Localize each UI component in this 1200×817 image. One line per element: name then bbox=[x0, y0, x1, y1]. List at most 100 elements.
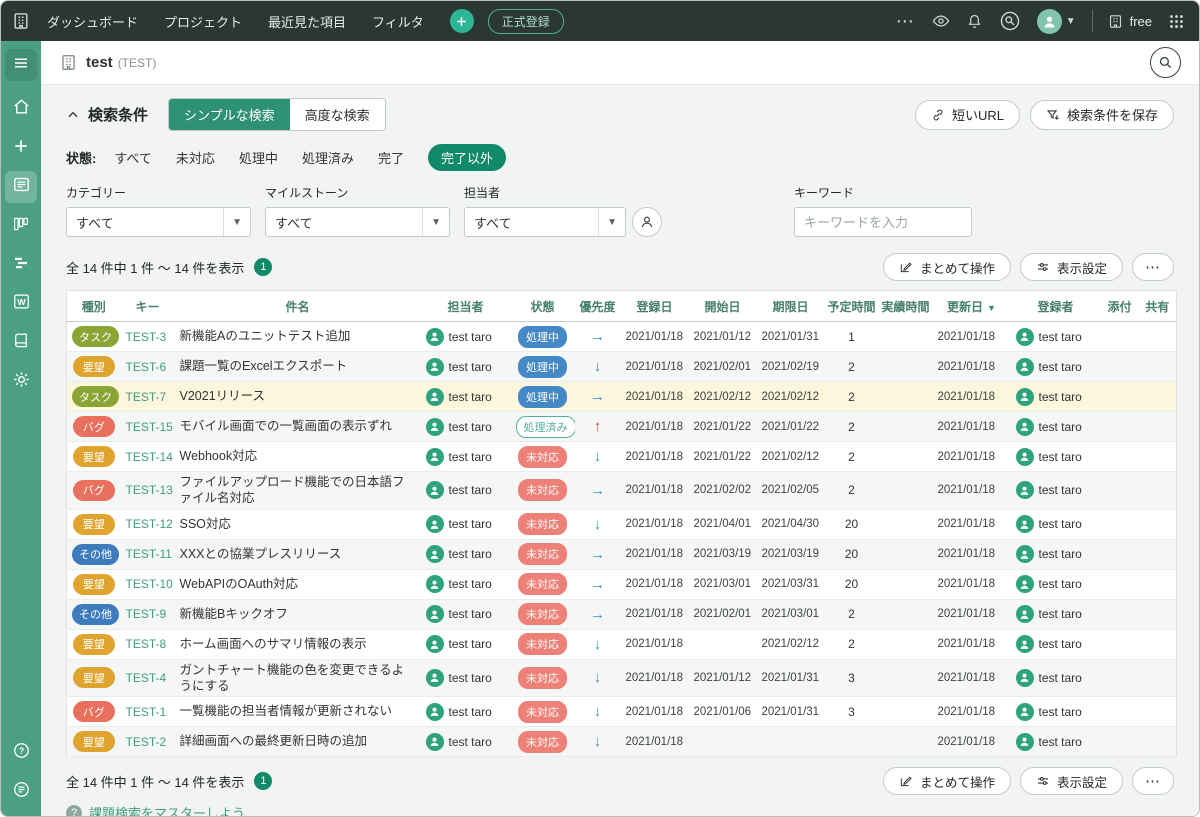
bulk-edit-button[interactable]: まとめて操作 bbox=[882, 253, 1011, 281]
issue-key-link[interactable]: TEST-3 bbox=[126, 330, 167, 344]
issue-title[interactable]: XXXとの協業プレスリリース bbox=[174, 539, 421, 570]
sidebar-help[interactable]: ? bbox=[5, 737, 37, 769]
column-header-12[interactable]: 登録者 bbox=[1010, 290, 1101, 322]
collapse-search-conditions[interactable]: 検索条件 bbox=[66, 104, 148, 125]
issue-title[interactable]: 課題一覧のExcelエクスポート bbox=[174, 351, 421, 382]
status-option-5[interactable]: 完了以外 bbox=[427, 144, 506, 171]
topbar-menu-item-3[interactable]: フィルタ bbox=[372, 12, 424, 31]
column-header-11[interactable]: 更新日 ▼ bbox=[932, 290, 1011, 322]
issue-row-TEST-13[interactable]: バグ TEST-13 ファイルアップロード機能での日本語ファイル名対応 test… bbox=[66, 471, 1177, 510]
issue-key-link[interactable]: TEST-13 bbox=[126, 483, 173, 497]
column-header-13[interactable]: 添付 bbox=[1100, 290, 1139, 322]
column-header-10[interactable]: 実績時間 bbox=[878, 290, 933, 322]
global-add-button[interactable] bbox=[449, 9, 474, 33]
issue-title[interactable]: V2021リリース bbox=[174, 381, 421, 412]
more-actions-button[interactable]: ⋯ bbox=[1132, 767, 1174, 795]
notifications-bell-icon[interactable] bbox=[966, 13, 983, 30]
sidebar-item-wiki[interactable]: W bbox=[5, 288, 37, 320]
issue-title[interactable]: 詳細画面への最終更新日時の追加 bbox=[174, 726, 421, 757]
issue-key-link[interactable]: TEST-10 bbox=[126, 577, 173, 591]
issue-title[interactable]: モバイル画面での一覧画面の表示ずれ bbox=[174, 411, 421, 442]
column-header-4[interactable]: 状態 bbox=[510, 290, 575, 322]
issue-row-TEST-14[interactable]: 要望 TEST-14 Webhook対応 test taro 未対応 ↓ 202… bbox=[66, 441, 1177, 472]
tab-simple-search[interactable]: シンプルな検索 bbox=[169, 99, 290, 130]
apps-grid-icon[interactable] bbox=[1168, 13, 1185, 30]
sidebar-item-add[interactable] bbox=[5, 132, 37, 164]
sidebar-menu-toggle[interactable] bbox=[5, 49, 37, 81]
column-header-6[interactable]: 登録日 bbox=[620, 290, 689, 322]
watch-eye-icon[interactable] bbox=[932, 12, 950, 30]
issue-key-link[interactable]: TEST-1 bbox=[126, 705, 167, 719]
backlog-logo-icon[interactable] bbox=[11, 10, 33, 32]
sidebar-item-settings[interactable] bbox=[5, 366, 37, 398]
issue-row-TEST-6[interactable]: 要望 TEST-6 課題一覧のExcelエクスポート test taro 処理中… bbox=[66, 351, 1177, 382]
issue-row-TEST-4[interactable]: 要望 TEST-4 ガントチャート機能の色を変更できるようにする test ta… bbox=[66, 659, 1177, 697]
sidebar-item-gantt[interactable] bbox=[5, 249, 37, 281]
milestone-select[interactable]: すべて ▼ bbox=[265, 207, 450, 237]
issue-key-link[interactable]: TEST-12 bbox=[126, 517, 173, 531]
issue-title[interactable]: ホーム画面へのサマリ情報の表示 bbox=[174, 629, 421, 660]
issue-row-TEST-8[interactable]: 要望 TEST-8 ホーム画面へのサマリ情報の表示 test taro 未対応 … bbox=[66, 629, 1177, 660]
assign-to-me-button[interactable] bbox=[632, 207, 662, 237]
issue-row-TEST-3[interactable]: タスク TEST-3 新機能Aのユニットテスト追加 test taro 処理中 … bbox=[66, 321, 1177, 352]
issue-title[interactable]: SSO対応 bbox=[174, 509, 421, 540]
plan-register-badge[interactable]: 正式登録 bbox=[487, 8, 564, 34]
column-header-0[interactable]: 種別 bbox=[66, 290, 121, 322]
topbar-menu-item-1[interactable]: プロジェクト bbox=[164, 12, 242, 31]
more-actions-button[interactable]: ⋯ bbox=[1132, 253, 1174, 281]
topbar-menu-item-2[interactable]: 最近見た項目 bbox=[268, 12, 346, 31]
issue-key-link[interactable]: TEST-11 bbox=[126, 547, 172, 561]
topbar-menu-item-0[interactable]: ダッシュボード bbox=[47, 12, 138, 31]
short-url-button[interactable]: 短いURL bbox=[914, 99, 1020, 130]
issue-title[interactable]: ガントチャート機能の色を変更できるようにする bbox=[174, 659, 421, 697]
space-plan[interactable]: free bbox=[1107, 13, 1152, 30]
status-option-3[interactable]: 処理済み bbox=[302, 148, 354, 167]
display-settings-button[interactable]: 表示設定 bbox=[1019, 253, 1123, 281]
issue-title[interactable]: 一覧機能の担当者情報が更新されない bbox=[174, 696, 421, 727]
more-menu-icon[interactable]: ⋯ bbox=[896, 11, 916, 32]
issue-row-TEST-9[interactable]: その他 TEST-9 新機能Bキックオフ test taro 未対応 → 202… bbox=[66, 599, 1177, 630]
sidebar-item-board[interactable] bbox=[5, 210, 37, 242]
sidebar-item-home[interactable] bbox=[5, 93, 37, 125]
column-header-3[interactable]: 担当者 bbox=[420, 290, 511, 322]
column-header-5[interactable]: 優先度 bbox=[574, 290, 621, 322]
issue-row-TEST-12[interactable]: 要望 TEST-12 SSO対応 test taro 未対応 ↓ 2021/01… bbox=[66, 509, 1177, 540]
issue-title[interactable]: 新機能Aのユニットテスト追加 bbox=[174, 321, 421, 352]
issue-title[interactable]: WebAPIのOAuth対応 bbox=[174, 569, 421, 600]
issue-title[interactable]: Webhook対応 bbox=[174, 441, 421, 472]
issue-key-link[interactable]: TEST-14 bbox=[126, 450, 173, 464]
column-header-14[interactable]: 共有 bbox=[1138, 290, 1177, 322]
sidebar-item-issues[interactable] bbox=[5, 171, 37, 203]
issue-key-link[interactable]: TEST-2 bbox=[126, 735, 167, 749]
project-search-button[interactable] bbox=[1150, 47, 1181, 78]
issue-key-link[interactable]: TEST-9 bbox=[126, 607, 167, 621]
tab-advanced-search[interactable]: 高度な検索 bbox=[289, 99, 385, 130]
issue-key-link[interactable]: TEST-8 bbox=[126, 637, 167, 651]
issue-row-TEST-7[interactable]: タスク TEST-7 V2021リリース test taro 処理中 → 202… bbox=[66, 381, 1177, 412]
page-number-badge[interactable]: 1 bbox=[254, 772, 273, 790]
issue-title[interactable]: 新機能Bキックオフ bbox=[174, 599, 421, 630]
issue-key-link[interactable]: TEST-4 bbox=[126, 671, 167, 685]
search-guide-link[interactable]: 課題検索をマスターしよう bbox=[89, 803, 245, 816]
assignee-select[interactable]: すべて ▼ bbox=[464, 207, 626, 237]
column-header-8[interactable]: 期限日 bbox=[756, 290, 825, 322]
sidebar-guide[interactable] bbox=[5, 776, 37, 808]
column-header-9[interactable]: 予定時間 bbox=[824, 290, 879, 322]
status-option-1[interactable]: 未対応 bbox=[176, 148, 215, 167]
keyword-input[interactable] bbox=[794, 207, 972, 237]
issue-row-TEST-2[interactable]: 要望 TEST-2 詳細画面への最終更新日時の追加 test taro 未対応 … bbox=[66, 726, 1177, 757]
issue-key-link[interactable]: TEST-6 bbox=[126, 360, 167, 374]
issue-title[interactable]: ファイルアップロード機能での日本語ファイル名対応 bbox=[174, 471, 421, 510]
issue-row-TEST-10[interactable]: 要望 TEST-10 WebAPIのOAuth対応 test taro 未対応 … bbox=[66, 569, 1177, 600]
user-avatar[interactable]: ▼ bbox=[1036, 8, 1076, 34]
save-search-conditions-button[interactable]: 検索条件を保存 bbox=[1029, 99, 1174, 130]
status-option-2[interactable]: 処理中 bbox=[239, 148, 278, 167]
category-select[interactable]: すべて ▼ bbox=[66, 207, 251, 237]
column-header-7[interactable]: 開始日 bbox=[688, 290, 757, 322]
bulk-edit-button[interactable]: まとめて操作 bbox=[882, 767, 1011, 795]
issue-row-TEST-1[interactable]: バグ TEST-1 一覧機能の担当者情報が更新されない test taro 未対… bbox=[66, 696, 1177, 727]
page-number-badge[interactable]: 1 bbox=[254, 258, 273, 276]
status-option-4[interactable]: 完了 bbox=[378, 148, 404, 167]
issue-key-link[interactable]: TEST-7 bbox=[126, 390, 167, 404]
issue-row-TEST-15[interactable]: バグ TEST-15 モバイル画面での一覧画面の表示ずれ test taro 処… bbox=[66, 411, 1177, 442]
